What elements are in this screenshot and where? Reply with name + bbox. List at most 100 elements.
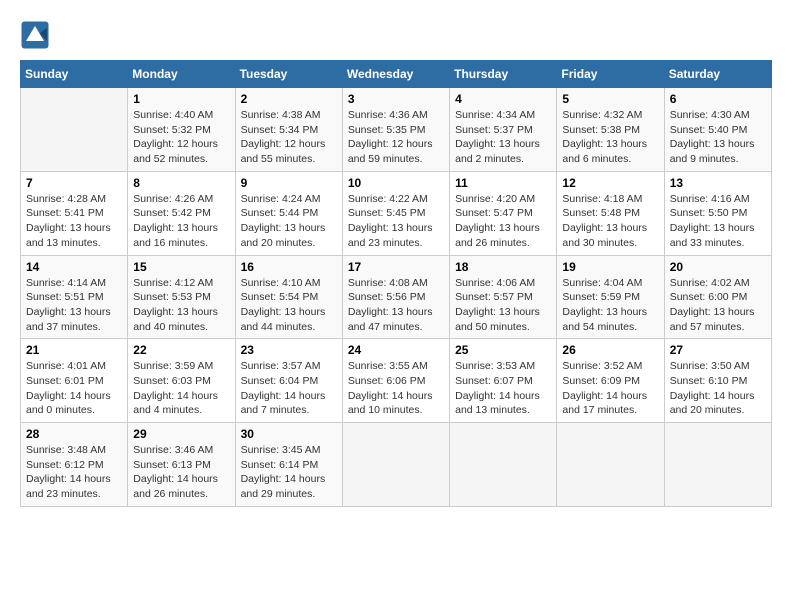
day-number: 10 [348, 176, 444, 190]
calendar-cell: 22Sunrise: 3:59 AM Sunset: 6:03 PM Dayli… [128, 339, 235, 423]
day-header-tuesday: Tuesday [235, 61, 342, 88]
day-number: 11 [455, 176, 551, 190]
day-info: Sunrise: 4:12 AM Sunset: 5:53 PM Dayligh… [133, 276, 229, 335]
calendar-cell: 27 Sunrise: 3:50 AM Sunset: 6:10 PM Dayli… [664, 339, 771, 423]
calendar-week-row: 14Sunrise: 4:14 AM Sunset: 5:51 PM Dayli… [21, 255, 772, 339]
calendar-cell: 7 Sunrise: 4:28 AM Sunset: 5:41 PM Daylig… [21, 171, 128, 255]
day-info: Sunrise: 4:40 AM Sunset: 5:32 PM Dayligh… [133, 108, 229, 167]
calendar-cell: 15 Sunrise: 4:12 AM Sunset: 5:53 PM Dayli… [128, 255, 235, 339]
day-number: 25 [455, 343, 551, 357]
calendar-body: 1 Sunrise: 4:40 AM Sunset: 5:32 PM Daylig… [21, 88, 772, 507]
day-number: 14 [26, 260, 122, 274]
calendar-cell: 23 Sunrise: 3:57 AM Sunset: 6:04 PM Dayli… [235, 339, 342, 423]
page-header [20, 20, 772, 50]
calendar-week-row: 1 Sunrise: 4:40 AM Sunset: 5:32 PM Daylig… [21, 88, 772, 172]
day-info: Sunrise: 4:08 AM Sunset: 5:56 PM Dayligh… [348, 276, 444, 335]
calendar-cell: 26 Sunrise: 3:52 AM Sunset: 6:09 PM Dayli… [557, 339, 664, 423]
calendar-cell: 29 Sunrise: 3:46 AM Sunset: 6:13 PM Dayli… [128, 423, 235, 507]
day-info: Sunrise: 4:16 AM Sunset: 5:50 PM Dayligh… [670, 192, 766, 251]
calendar-cell: 19Sunrise: 4:04 AM Sunset: 5:59 PM Dayli… [557, 255, 664, 339]
day-info: Sunrise: 4:34 AM Sunset: 5:37 PM Dayligh… [455, 108, 551, 167]
calendar-cell: 12 Sunrise: 4:18 AM Sunset: 5:48 PM Dayli… [557, 171, 664, 255]
calendar-cell: 30 Sunrise: 3:45 AM Sunset: 6:14 PM Dayli… [235, 423, 342, 507]
day-info: Sunrise: 3:57 AM Sunset: 6:04 PM Dayligh… [241, 359, 337, 418]
day-info: Sunrise: 3:53 AM Sunset: 6:07 PM Dayligh… [455, 359, 551, 418]
day-info: Sunrise: 3:46 AM Sunset: 6:13 PM Dayligh… [133, 443, 229, 502]
calendar-cell: 28 Sunrise: 3:48 AM Sunset: 6:12 PM Dayli… [21, 423, 128, 507]
day-number: 17 [348, 260, 444, 274]
day-header-thursday: Thursday [450, 61, 557, 88]
logo-icon [20, 20, 50, 50]
day-info: Sunrise: 4:06 AM Sunset: 5:57 PM Dayligh… [455, 276, 551, 335]
day-number: 24 [348, 343, 444, 357]
day-number: 15 [133, 260, 229, 274]
calendar-cell: 24 Sunrise: 3:55 AM Sunset: 6:06 PM Dayli… [342, 339, 449, 423]
calendar-table: SundayMondayTuesdayWednesdayThursdayFrid… [20, 60, 772, 507]
day-number: 23 [241, 343, 337, 357]
day-info: Sunrise: 3:50 AM Sunset: 6:10 PM Dayligh… [670, 359, 766, 418]
day-header-friday: Friday [557, 61, 664, 88]
calendar-cell: 2 Sunrise: 4:38 AM Sunset: 5:34 PM Daylig… [235, 88, 342, 172]
day-number: 8 [133, 176, 229, 190]
day-info: Sunrise: 4:38 AM Sunset: 5:34 PM Dayligh… [241, 108, 337, 167]
calendar-cell: 16 Sunrise: 4:10 AM Sunset: 5:54 PM Dayli… [235, 255, 342, 339]
calendar-cell: 11 Sunrise: 4:20 AM Sunset: 5:47 PM Dayli… [450, 171, 557, 255]
day-number: 26 [562, 343, 658, 357]
day-info: Sunrise: 4:28 AM Sunset: 5:41 PM Dayligh… [26, 192, 122, 251]
day-info: Sunrise: 4:01 AM Sunset: 6:01 PM Dayligh… [26, 359, 122, 418]
calendar-cell: 14Sunrise: 4:14 AM Sunset: 5:51 PM Dayli… [21, 255, 128, 339]
day-number: 16 [241, 260, 337, 274]
calendar-cell: 17 Sunrise: 4:08 AM Sunset: 5:56 PM Dayli… [342, 255, 449, 339]
day-number: 21 [26, 343, 122, 357]
day-number: 3 [348, 92, 444, 106]
day-info: Sunrise: 4:20 AM Sunset: 5:47 PM Dayligh… [455, 192, 551, 251]
day-info: Sunrise: 4:36 AM Sunset: 5:35 PM Dayligh… [348, 108, 444, 167]
calendar-cell: 25 Sunrise: 3:53 AM Sunset: 6:07 PM Dayli… [450, 339, 557, 423]
day-header-saturday: Saturday [664, 61, 771, 88]
day-info: Sunrise: 3:59 AM Sunset: 6:03 PM Dayligh… [133, 359, 229, 418]
calendar-week-row: 21 Sunrise: 4:01 AM Sunset: 6:01 PM Dayli… [21, 339, 772, 423]
day-number: 9 [241, 176, 337, 190]
day-info: Sunrise: 4:18 AM Sunset: 5:48 PM Dayligh… [562, 192, 658, 251]
day-number: 7 [26, 176, 122, 190]
day-info: Sunrise: 4:22 AM Sunset: 5:45 PM Dayligh… [348, 192, 444, 251]
calendar-cell: 8 Sunrise: 4:26 AM Sunset: 5:42 PM Daylig… [128, 171, 235, 255]
day-info: Sunrise: 4:24 AM Sunset: 5:44 PM Dayligh… [241, 192, 337, 251]
day-info: Sunrise: 4:32 AM Sunset: 5:38 PM Dayligh… [562, 108, 658, 167]
day-info: Sunrise: 3:48 AM Sunset: 6:12 PM Dayligh… [26, 443, 122, 502]
day-number: 5 [562, 92, 658, 106]
day-number: 6 [670, 92, 766, 106]
day-header-wednesday: Wednesday [342, 61, 449, 88]
calendar-cell [557, 423, 664, 507]
day-number: 28 [26, 427, 122, 441]
day-number: 19 [562, 260, 658, 274]
day-number: 27 [670, 343, 766, 357]
day-info: Sunrise: 4:10 AM Sunset: 5:54 PM Dayligh… [241, 276, 337, 335]
day-number: 29 [133, 427, 229, 441]
day-number: 2 [241, 92, 337, 106]
calendar-cell: 10 Sunrise: 4:22 AM Sunset: 5:45 PM Dayli… [342, 171, 449, 255]
day-info: Sunrise: 3:45 AM Sunset: 6:14 PM Dayligh… [241, 443, 337, 502]
day-info: Sunrise: 3:55 AM Sunset: 6:06 PM Dayligh… [348, 359, 444, 418]
day-number: 30 [241, 427, 337, 441]
day-number: 12 [562, 176, 658, 190]
day-info: Sunrise: 4:26 AM Sunset: 5:42 PM Dayligh… [133, 192, 229, 251]
calendar-header-row: SundayMondayTuesdayWednesdayThursdayFrid… [21, 61, 772, 88]
calendar-cell: 1 Sunrise: 4:40 AM Sunset: 5:32 PM Daylig… [128, 88, 235, 172]
day-header-monday: Monday [128, 61, 235, 88]
calendar-cell: 13Sunrise: 4:16 AM Sunset: 5:50 PM Dayli… [664, 171, 771, 255]
day-number: 1 [133, 92, 229, 106]
calendar-week-row: 7 Sunrise: 4:28 AM Sunset: 5:41 PM Daylig… [21, 171, 772, 255]
calendar-cell: 20Sunrise: 4:02 AM Sunset: 6:00 PM Dayli… [664, 255, 771, 339]
day-number: 18 [455, 260, 551, 274]
calendar-cell [342, 423, 449, 507]
calendar-cell [664, 423, 771, 507]
calendar-cell: 9 Sunrise: 4:24 AM Sunset: 5:44 PM Daylig… [235, 171, 342, 255]
logo [20, 20, 52, 50]
calendar-cell [450, 423, 557, 507]
day-info: Sunrise: 4:02 AM Sunset: 6:00 PM Dayligh… [670, 276, 766, 335]
calendar-cell: 3 Sunrise: 4:36 AM Sunset: 5:35 PM Daylig… [342, 88, 449, 172]
day-info: Sunrise: 3:52 AM Sunset: 6:09 PM Dayligh… [562, 359, 658, 418]
day-info: Sunrise: 4:30 AM Sunset: 5:40 PM Dayligh… [670, 108, 766, 167]
calendar-cell: 5 Sunrise: 4:32 AM Sunset: 5:38 PM Daylig… [557, 88, 664, 172]
